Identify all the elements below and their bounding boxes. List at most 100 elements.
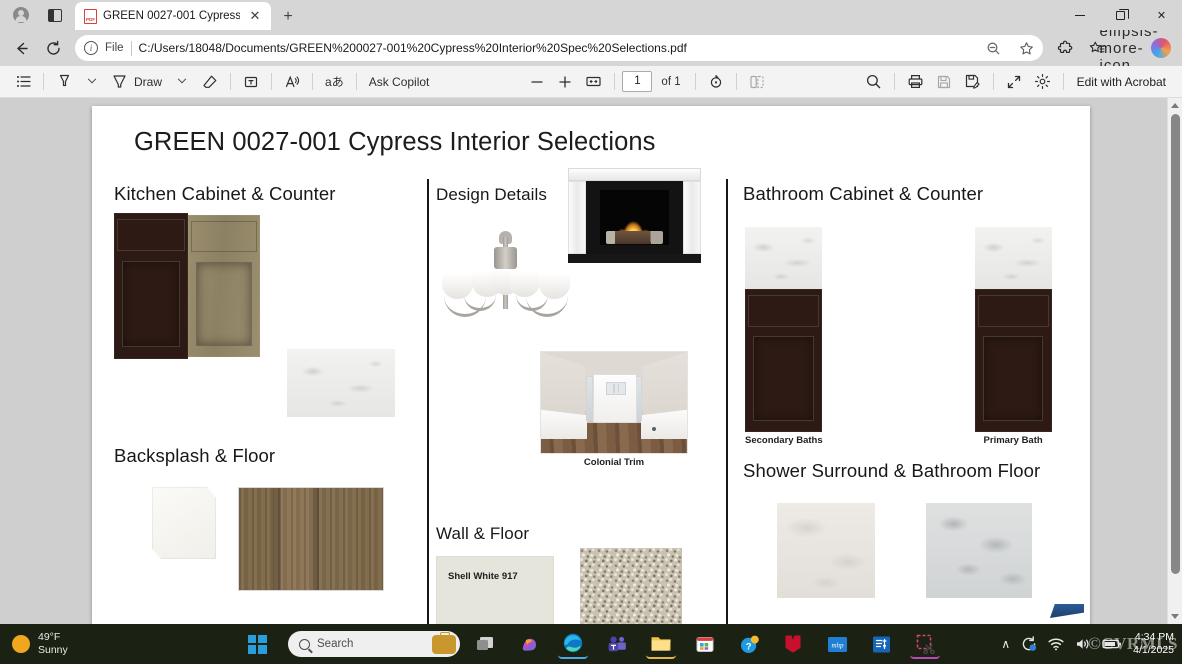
svg-text:?: ?	[745, 641, 751, 652]
tray-overflow-button[interactable]: ∧	[1001, 637, 1010, 651]
url-text[interactable]: C:/Users/18048/Documents/GREEN%200027-00…	[139, 41, 973, 55]
taskbar-center-group: Search ? mhp	[238, 629, 944, 659]
shower-surround-tile	[777, 503, 875, 598]
browser-settings-button[interactable]: ellipsis-more-icon	[1100, 23, 1158, 74]
primary-bath-door	[974, 289, 1052, 432]
speaker-icon[interactable]	[1075, 637, 1091, 651]
fit-to-page-button[interactable]	[580, 69, 607, 95]
zoom-in-button[interactable]	[552, 69, 578, 95]
erase-button[interactable]	[197, 69, 223, 95]
draw-button[interactable]: Draw	[107, 69, 167, 95]
avatar-icon	[13, 7, 29, 23]
reload-button[interactable]	[38, 34, 68, 62]
profile-button[interactable]	[4, 2, 38, 28]
onedrive-sync-icon[interactable]	[1021, 636, 1037, 652]
browser-tab-active[interactable]: PDF GREEN 0027-001 Cypress Interior ✕	[75, 2, 271, 30]
column-left: Kitchen Cabinet & Counter Backsplash & F…	[114, 183, 427, 624]
wood-look-vinyl-plank-floor	[238, 487, 384, 591]
microsoft-store-button[interactable]	[690, 629, 720, 659]
back-button[interactable]	[6, 34, 36, 62]
extensions-button[interactable]	[1050, 34, 1080, 62]
battery-icon[interactable]	[1102, 638, 1122, 650]
clock-date: 4/1/2025	[1133, 644, 1174, 656]
backsplash-swatch-row	[114, 487, 427, 591]
mhp-app-button[interactable]: mhp	[822, 629, 852, 659]
task-view-button[interactable]	[470, 629, 500, 659]
start-button[interactable]	[242, 629, 272, 659]
read-aloud-button[interactable]	[279, 69, 305, 95]
copilot-button[interactable]	[1146, 34, 1176, 62]
site-info-icon[interactable]: i	[84, 41, 98, 55]
toolbar-divider	[43, 73, 44, 90]
fullscreen-button[interactable]	[1001, 69, 1027, 95]
copilot-taskbar-button[interactable]	[514, 629, 544, 659]
paint-chip: Shell White 917	[436, 556, 554, 624]
translate-button[interactable]: aあ	[320, 69, 349, 95]
page-title: GREEN 0027-001 Cypress Interior Selectio…	[134, 128, 656, 156]
restore-button[interactable]	[1100, 0, 1141, 30]
edit-with-acrobat-button[interactable]: Edit with Acrobat	[1071, 75, 1172, 89]
draw-options-chevron[interactable]	[169, 69, 195, 95]
close-window-button[interactable]: ✕	[1141, 0, 1182, 30]
favorite-star-icon[interactable]	[1013, 37, 1039, 59]
page-scrollbar[interactable]	[1167, 98, 1182, 624]
black-pulldown-kitchen-faucet	[278, 199, 362, 347]
briefcase-icon	[432, 631, 456, 654]
add-text-button[interactable]	[238, 69, 264, 95]
secondary-bath-caption: Secondary Baths	[745, 435, 823, 446]
new-tab-button[interactable]: +	[279, 8, 297, 26]
white-backsplash-tile	[152, 487, 216, 559]
tools-app-button[interactable]	[866, 629, 896, 659]
weather-widget[interactable]: 49°F Sunny	[0, 631, 68, 657]
omnibox-divider	[130, 40, 132, 56]
svg-text:mhp: mhp	[831, 641, 844, 649]
scroll-up-button[interactable]	[1168, 98, 1182, 113]
snipping-tool-button[interactable]	[910, 629, 940, 659]
chevron-down-icon	[177, 74, 187, 83]
column-middle: Design Details Colonial Trim Wall & Floo…	[427, 168, 726, 624]
minimize-button[interactable]	[1059, 0, 1100, 30]
highlight-options-chevron[interactable]	[79, 69, 105, 95]
selections-grid: Kitchen Cabinet & Counter Backsplash & F…	[114, 168, 1066, 624]
column-right: Bathroom Cabinet & Counter Secondary Bat…	[726, 179, 1066, 624]
scroll-down-button[interactable]	[1168, 609, 1182, 624]
edge-browser-button[interactable]	[558, 629, 588, 659]
save-as-button[interactable]	[959, 69, 986, 95]
scrollbar-thumb[interactable]	[1170, 114, 1180, 574]
highlight-button[interactable]	[51, 69, 77, 95]
zoom-out-button[interactable]	[524, 69, 550, 95]
print-button[interactable]	[902, 69, 929, 95]
toolbar-divider	[1062, 73, 1064, 90]
wifi-icon[interactable]	[1048, 637, 1064, 651]
tab-actions-button[interactable]	[38, 2, 72, 28]
column-divider-left	[427, 179, 429, 624]
mcafee-button[interactable]	[778, 629, 808, 659]
watermark-badge	[1050, 604, 1084, 618]
page-number-input[interactable]: 1	[622, 71, 653, 92]
save-button[interactable]	[931, 69, 957, 95]
file-explorer-button[interactable]	[646, 629, 676, 659]
search-document-button[interactable]	[860, 69, 887, 95]
taskbar-search[interactable]: Search	[288, 631, 460, 657]
tab-actions-icon	[48, 8, 62, 22]
close-tab-icon[interactable]: ✕	[246, 7, 264, 25]
rotate-button[interactable]	[703, 69, 729, 95]
pdf-settings-button[interactable]	[1029, 69, 1056, 95]
bathroom-floor-tile	[926, 503, 1032, 598]
teams-button[interactable]	[602, 629, 632, 659]
help-button[interactable]: ?	[734, 629, 764, 659]
wall-floor-swatch-row: Shell White 917	[436, 548, 726, 624]
kitchen-swatch-row	[114, 213, 427, 359]
copilot-icon	[1151, 38, 1171, 58]
pdf-file-icon: PDF	[84, 8, 97, 24]
address-bar[interactable]: i File C:/Users/18048/Documents/GREEN%20…	[75, 35, 1043, 61]
table-of-contents-button[interactable]	[10, 69, 36, 95]
white-quartz-countertop	[287, 349, 395, 417]
ask-copilot-button[interactable]: Ask Copilot	[364, 69, 435, 95]
shower-swatch-row	[777, 503, 1066, 598]
taskbar-clock[interactable]: 4:34 PM 4/1/2025	[1133, 631, 1174, 657]
zoom-out-icon[interactable]	[980, 37, 1006, 59]
page-layout-button[interactable]	[744, 69, 770, 95]
chevron-down-icon	[87, 74, 97, 83]
toolbar-divider	[694, 73, 696, 90]
